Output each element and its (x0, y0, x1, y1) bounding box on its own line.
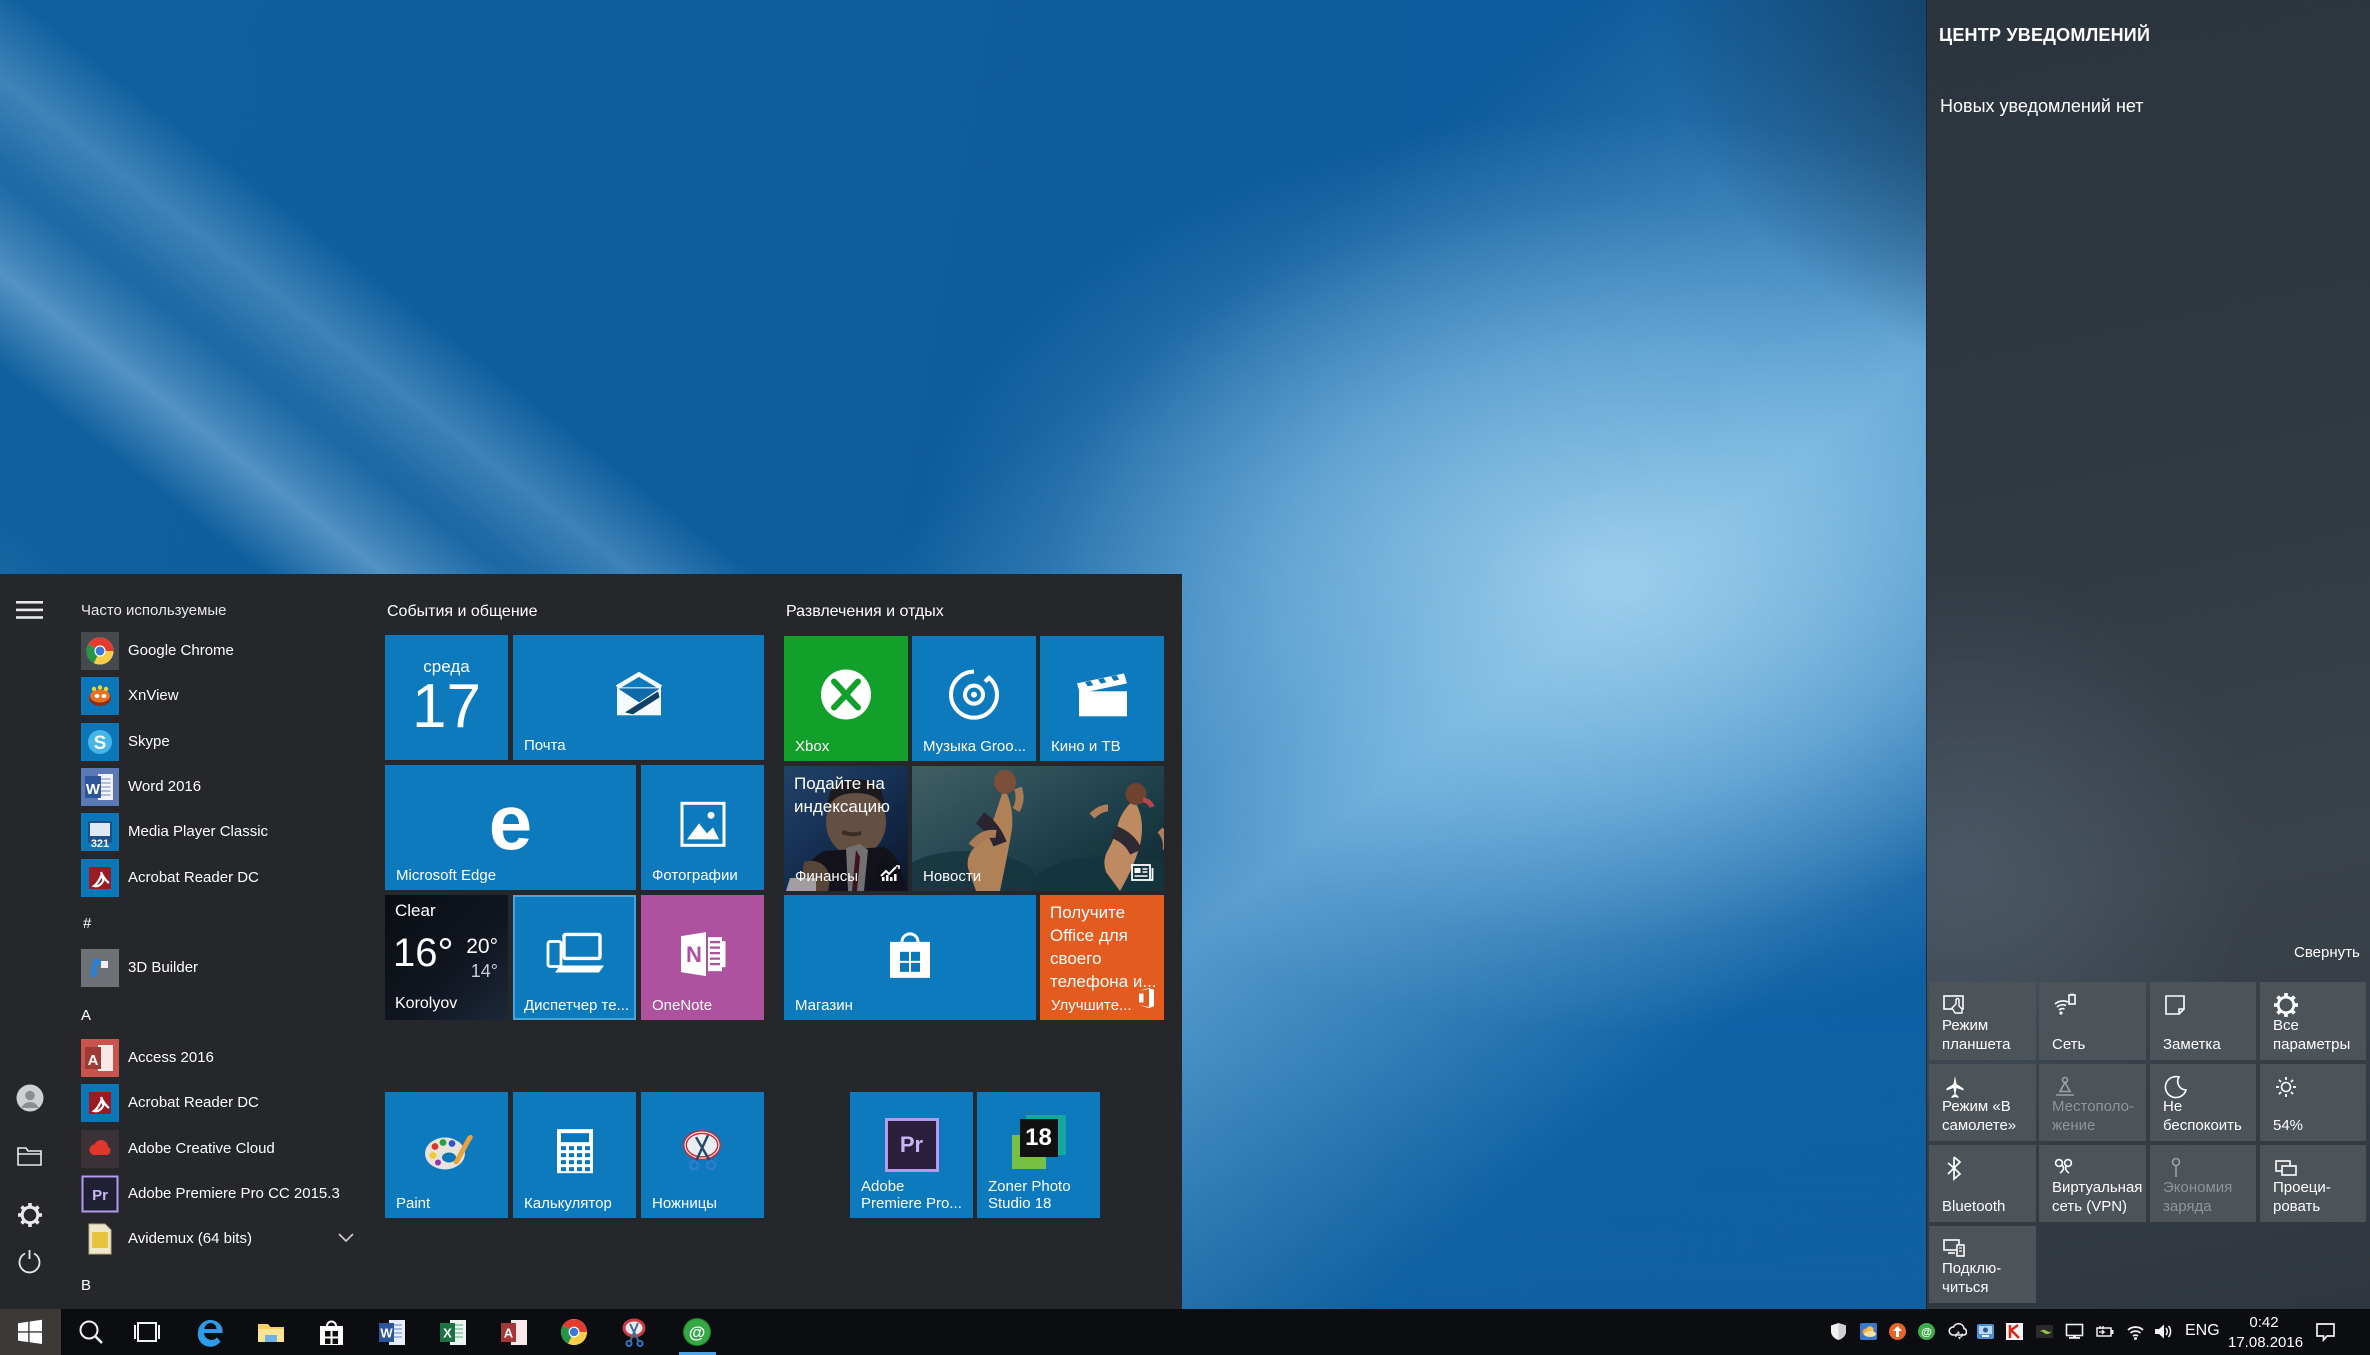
svg-text:W: W (86, 781, 101, 798)
svg-text:N: N (686, 942, 702, 967)
svg-text:A: A (88, 1052, 99, 1069)
svg-text:S: S (94, 733, 107, 754)
svg-text:X: X (443, 1326, 452, 1341)
svg-text:@: @ (1921, 1327, 1932, 1339)
svg-text:A: A (504, 1326, 514, 1341)
svg-text:W: W (380, 1326, 393, 1341)
svg-text:@: @ (689, 1323, 706, 1342)
svg-text:321: 321 (91, 838, 109, 850)
svg-text:Pr: Pr (92, 1187, 108, 1204)
